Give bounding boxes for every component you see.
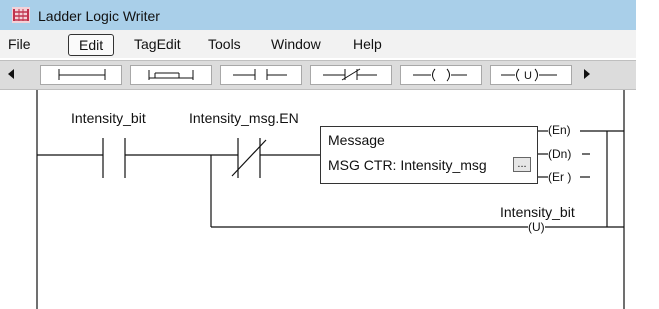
menu-tools[interactable]: Tools <box>208 34 241 54</box>
app-window: Ladder Logic Writer File Edit TagEdit To… <box>0 0 636 309</box>
window-edge-background <box>636 0 659 309</box>
ladder-canvas[interactable]: Intensity_bit Intensity_msg.EN Message M… <box>0 90 636 309</box>
output-coil-button[interactable] <box>400 65 482 85</box>
msg-config-button[interactable]: ... <box>513 157 531 172</box>
unlatch-coil-icon: U <box>501 68 557 82</box>
coil-en[interactable]: (En) <box>548 123 571 137</box>
output-coil-icon <box>413 68 467 82</box>
scroll-left-arrow-icon[interactable] <box>8 69 14 79</box>
svg-text:U: U <box>524 70 532 82</box>
branch-start-button[interactable] <box>40 65 122 85</box>
coil-er[interactable]: (Er ) <box>548 170 572 184</box>
branch-start-icon <box>58 69 106 80</box>
menu-help[interactable]: Help <box>353 34 382 54</box>
branch-end-button[interactable] <box>130 65 212 85</box>
branch-end-icon <box>148 70 194 80</box>
menu-bar: File Edit TagEdit Tools Window Help <box>0 30 636 58</box>
ladder-app-icon <box>12 7 30 23</box>
instruction-toolbar: U <box>0 60 636 90</box>
unlatch-tag-label[interactable]: Intensity_bit <box>500 204 575 220</box>
menu-file[interactable]: File <box>8 34 31 54</box>
menu-tagedit[interactable]: TagEdit <box>134 34 181 54</box>
contact2-tag-label[interactable]: Intensity_msg.EN <box>189 110 299 126</box>
xic-contact-button[interactable] <box>220 65 302 85</box>
msg-control-tag: MSG CTR: Intensity_msg <box>328 157 487 173</box>
window-title: Ladder Logic Writer <box>38 8 160 24</box>
msg-block-title: Message <box>328 132 385 148</box>
title-bar[interactable]: Ladder Logic Writer <box>0 0 636 30</box>
examine-open-icon <box>323 68 377 81</box>
contact1-tag-label[interactable]: Intensity_bit <box>71 110 146 126</box>
menu-window[interactable]: Window <box>271 34 321 54</box>
message-instruction-block[interactable]: Message MSG CTR: Intensity_msg ... <box>320 126 538 184</box>
xio-contact-button[interactable] <box>310 65 392 85</box>
coil-dn[interactable]: (Dn) <box>548 147 572 161</box>
menu-edit[interactable]: Edit <box>68 34 115 56</box>
scroll-right-arrow-icon[interactable] <box>584 69 590 79</box>
examine-closed-icon <box>233 69 287 80</box>
unlatch-coil-button[interactable]: U <box>490 65 572 85</box>
unlatch-coil[interactable]: (U) <box>528 220 545 234</box>
